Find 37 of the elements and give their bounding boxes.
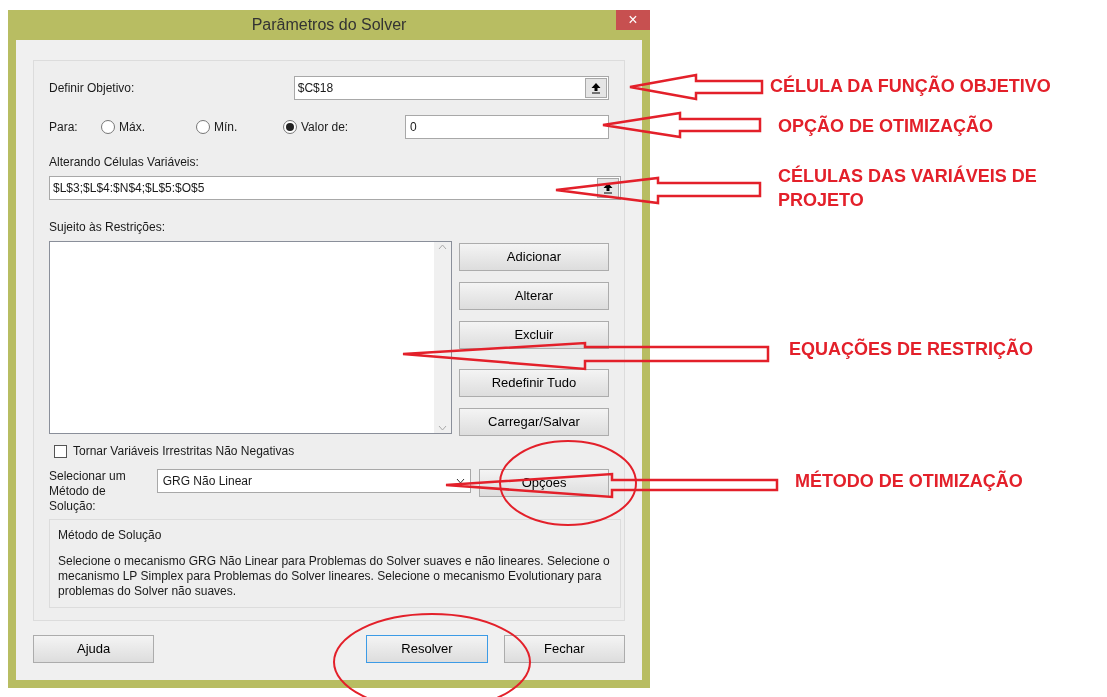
field-label: Selecionar um Método de Solução: [49,469,127,514]
annotation-label: CÉLULA DA FUNÇÃO OBJETIVO [770,74,1052,98]
checkbox-label: Tornar Variáveis Irrestritas Não Negativas [73,443,295,460]
radio-option[interactable]: Máx. [101,118,196,136]
radio-option[interactable]: Mín. [196,118,283,136]
dropdown-caret-icon[interactable] [456,478,466,484]
annotation-label: EQUAÇÕES DE RESTRIÇÃO [789,337,1035,361]
field-label: Sujeito às Restrições: [49,219,167,236]
value-field[interactable]: 0 [405,115,609,139]
annotation-label: OPÇÃO DE OTIMIZAÇÃO [778,114,994,138]
annotation-label: CÉLULAS DAS VARIÁVEIS DE PROJETO [778,164,1038,212]
action-button[interactable]: Excluir [458,321,609,349]
upload-arrow-icon [590,82,602,94]
action-button[interactable]: Alterar [458,282,609,310]
dialog-button[interactable]: Fechar [503,635,625,663]
dialog-button[interactable]: Ajuda [33,635,155,663]
method-dropdown[interactable]: GRG Não Linear [156,469,472,493]
upload-arrow-icon [602,182,614,194]
radio-button[interactable] [283,120,297,134]
field-label: Definir Objetivo: [49,80,136,97]
field-label: Para: [49,119,79,136]
objective-field[interactable]: $C$18 [293,76,609,100]
window-title: Parâmetros do Solver [251,15,407,35]
radio-option[interactable]: Valor de: [283,118,393,136]
changing-cells-field[interactable]: $L$3;$L$4:$N$4;$L$5:$O$5 [49,176,621,200]
annotation-label: MÉTODO DE OTIMIZAÇÃO [795,469,1024,493]
action-button[interactable]: Redefinir Tudo [458,369,609,397]
radio-button[interactable] [101,120,115,134]
close-button[interactable]: × [616,10,650,30]
checkbox[interactable] [54,444,67,458]
dialog-button[interactable]: Resolver [366,635,488,663]
radio-button[interactable] [196,120,210,134]
field-label: Alterando Células Variáveis: [49,154,200,171]
description-text: Selecione o mecanismo GRG Não Linear para Problemas do Solver suaves e não lineares. Selecione o mecanismo LP Simplex para Problemas do Solver lineares. Selecione o mecanismo Evolutionary para problemas do Solver não suaves. [58,554,611,599]
panel-title: Método de Solução [58,527,163,544]
action-button[interactable]: Adicionar [458,243,609,271]
action-button[interactable]: Carregar/Salvar [458,408,609,436]
